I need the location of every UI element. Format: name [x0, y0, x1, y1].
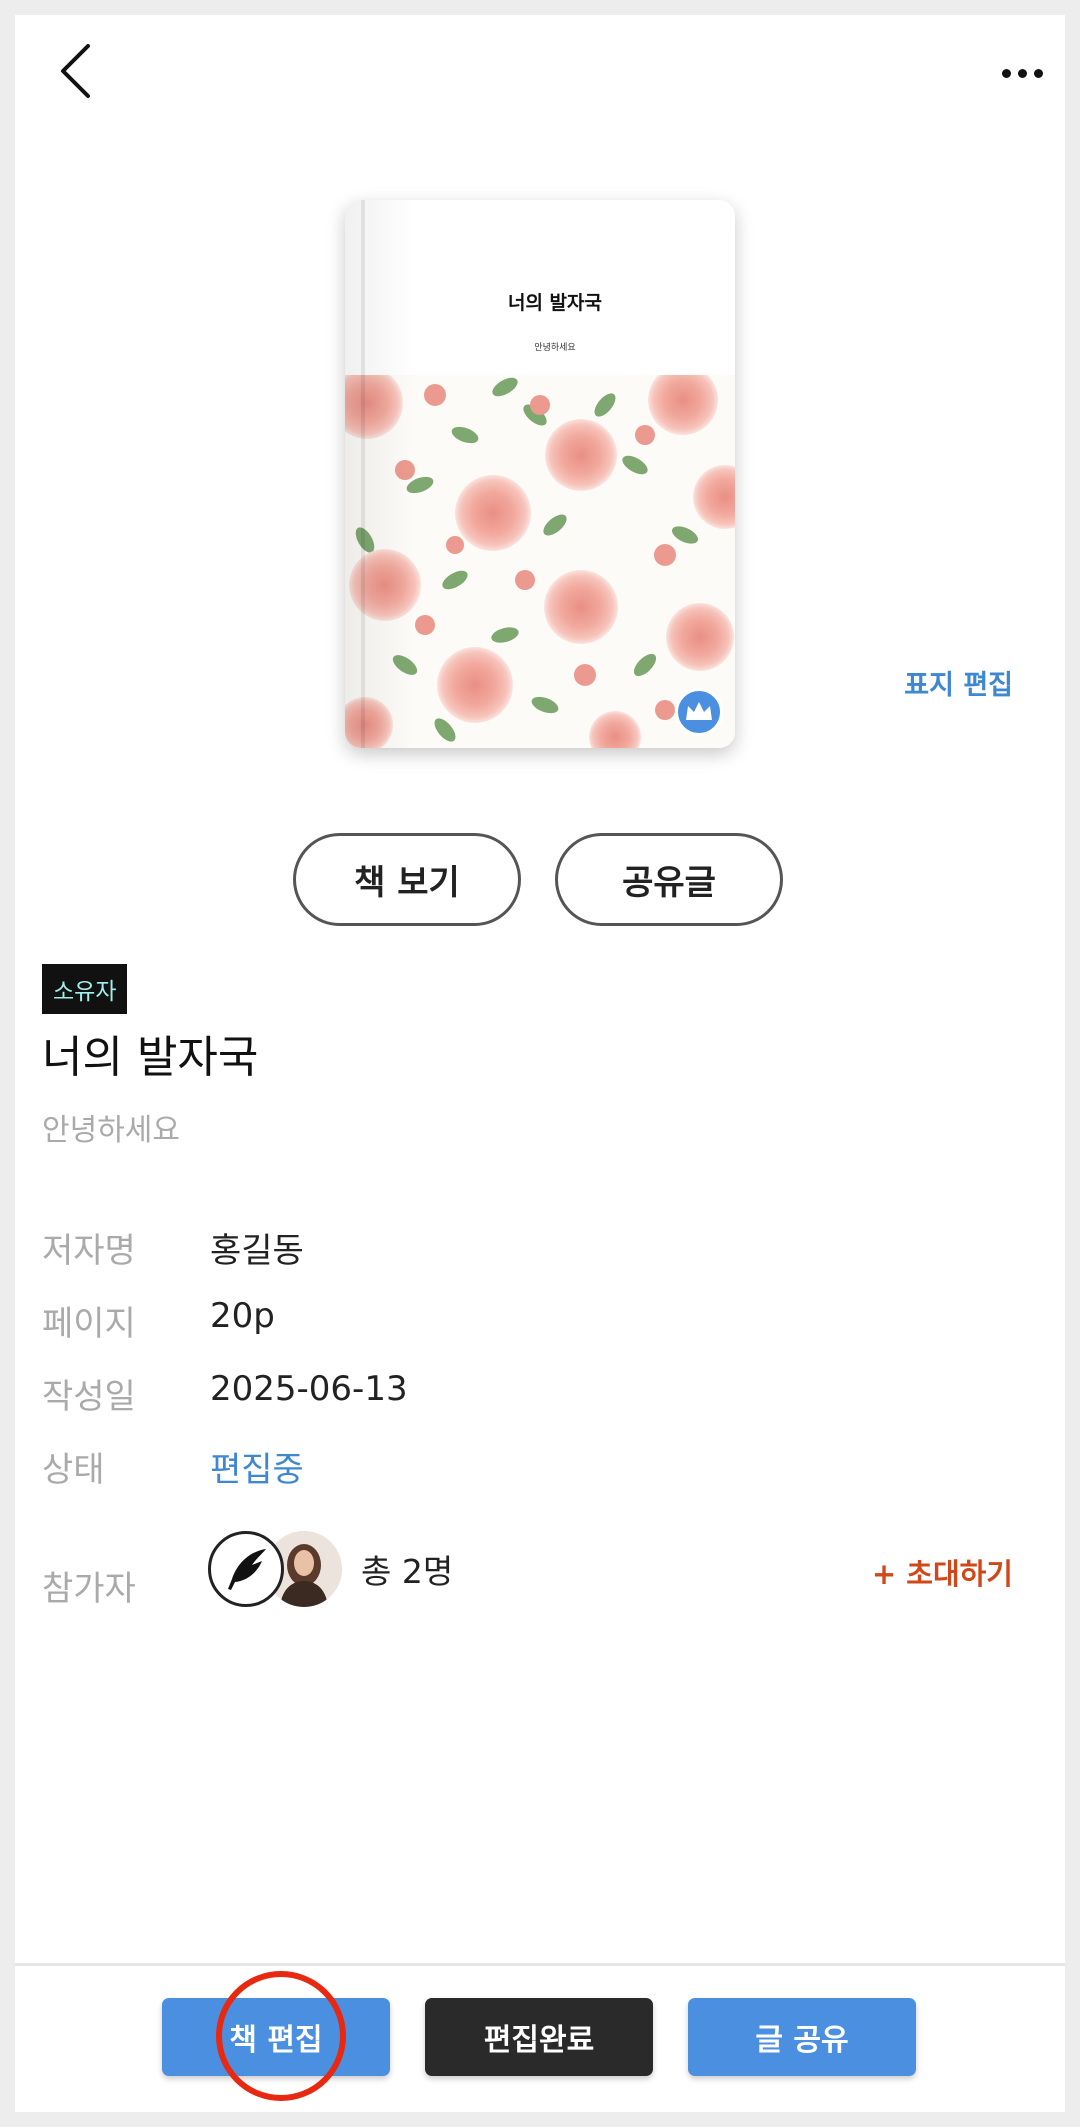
edit-cover-link[interactable]: 표지 편집	[904, 663, 1013, 702]
share-text-button[interactable]: 글 공유	[688, 1998, 916, 2076]
participant-avatars[interactable]	[208, 1531, 348, 1609]
bottom-bar-divider	[15, 1963, 1065, 1966]
cover-spine-line	[361, 200, 365, 748]
book-cover[interactable]: 너의 발자국 안녕하세요	[345, 200, 735, 748]
book-subtitle: 안녕하세요	[42, 1113, 180, 1148]
more-dot	[1017, 68, 1027, 78]
edit-book-button[interactable]: 책 편집	[162, 1998, 390, 2076]
book-title: 너의 발자국	[42, 1032, 259, 1083]
participants-label: 참가자	[42, 1569, 136, 1609]
view-book-button[interactable]: 책 보기	[293, 833, 521, 926]
book-detail-screen: 너의 발자국 안녕하세요 표지 편집 책 보기 공유글 소유자 너의 발자국 안…	[15, 15, 1065, 2112]
invite-link[interactable]: + 초대하기	[872, 1551, 1013, 1593]
finish-edit-button[interactable]: 편집완료	[425, 1998, 653, 2076]
more-dot	[1001, 68, 1011, 78]
created-date-label: 작성일	[42, 1377, 136, 1417]
owner-badge: 소유자	[42, 964, 128, 1014]
back-icon[interactable]	[45, 31, 105, 111]
feather-icon	[208, 1531, 284, 1607]
status-value: 편집중	[210, 1450, 304, 1490]
crown-icon	[675, 688, 723, 736]
shared-posts-button[interactable]: 공유글	[555, 833, 783, 926]
author-value: 홍길동	[210, 1231, 304, 1271]
cover-spine-shade	[345, 200, 415, 748]
pages-value: 20p	[210, 1296, 275, 1336]
more-dot	[1033, 68, 1043, 78]
participant-count: 총 2명	[361, 1552, 454, 1591]
author-label: 저자명	[42, 1231, 136, 1271]
pages-label: 페이지	[42, 1304, 136, 1344]
more-options-icon[interactable]	[987, 43, 1057, 103]
created-date-value: 2025-06-13	[210, 1369, 408, 1409]
status-label: 상태	[42, 1450, 105, 1490]
